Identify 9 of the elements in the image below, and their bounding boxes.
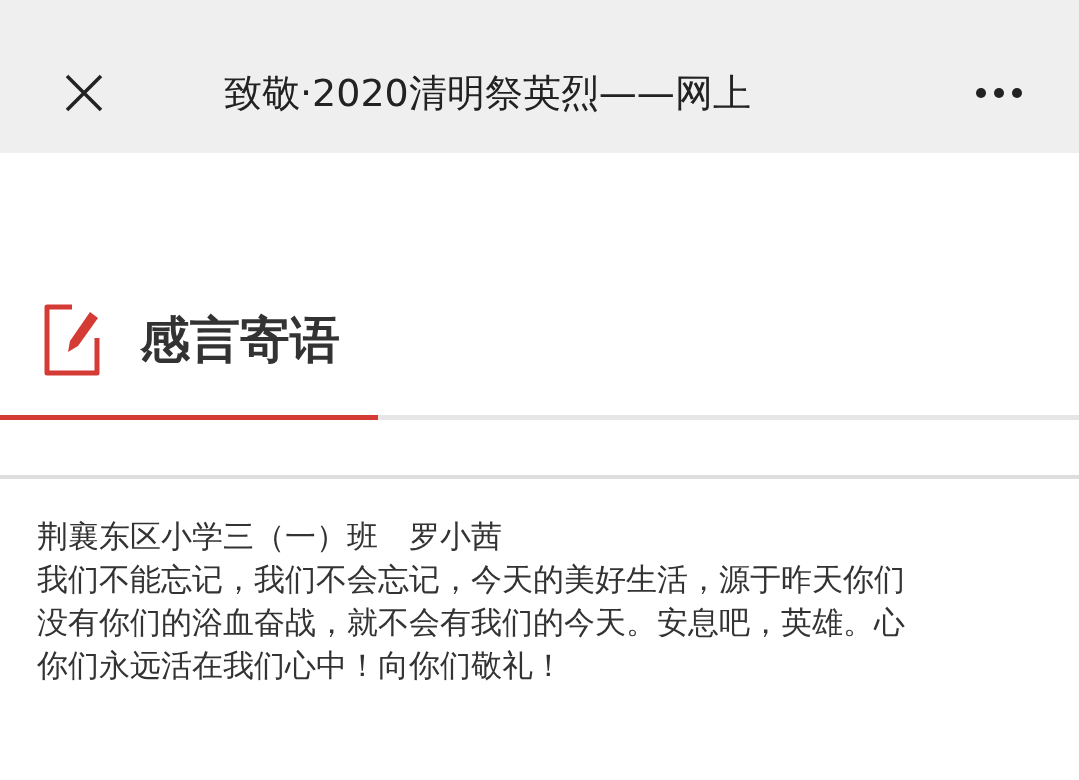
- section-title: 感言寄语: [140, 309, 340, 371]
- message-text: 没有你们的浴血奋战，就不会有我们的今天。安息吧，英雄。心: [37, 603, 906, 642]
- message-text: 我们不能忘记，我们不会忘记，今天的美好生活，源于昨天你们: [37, 560, 906, 599]
- message-text: 你们永远活在我们心中！向你们敬礼！: [37, 646, 565, 685]
- more-icon: [975, 87, 1023, 99]
- edit-icon: [42, 304, 102, 376]
- message-author: 荆襄东区小学三（一）班 罗小茜: [37, 517, 503, 556]
- close-icon: [64, 73, 104, 113]
- page-title: 致敬·2020清明祭英烈——网上: [223, 70, 752, 117]
